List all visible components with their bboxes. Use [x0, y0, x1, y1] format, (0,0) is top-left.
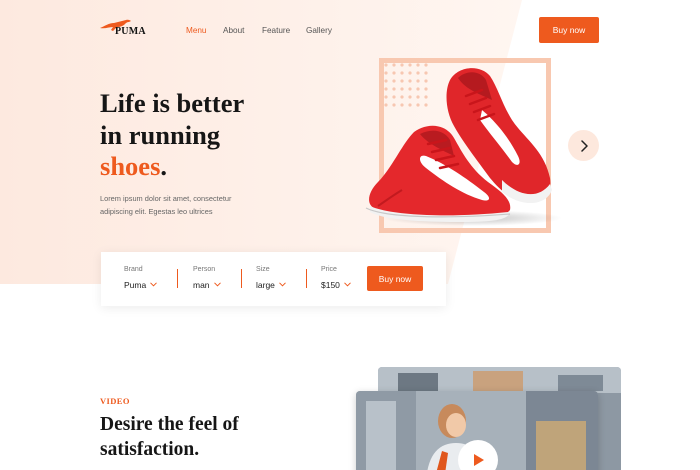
hero-description: Lorem ipsum dolor sit amet, consectetur …	[100, 194, 232, 216]
nav-menu[interactable]: Menu	[186, 26, 206, 35]
headline-line-1: Life is better	[100, 88, 245, 118]
nav-gallery[interactable]: Gallery	[306, 26, 332, 35]
nav-feature[interactable]: Feature	[262, 26, 290, 35]
filter-brand-label: Brand	[124, 266, 143, 273]
filter-person-label: Person	[193, 266, 216, 273]
product-filter-bar: Brand Puma Person man Size large Price $…	[101, 252, 446, 306]
filter-price-value: $150	[321, 280, 340, 290]
video-title-line-1: Desire the feel of	[100, 414, 239, 435]
filter-divider	[306, 269, 307, 288]
brand-name: PUMA	[115, 26, 146, 37]
filter-divider	[177, 269, 178, 288]
header-buy-now-button[interactable]: Buy now	[539, 17, 599, 43]
next-slide-button[interactable]	[568, 130, 599, 161]
headline-period: .	[160, 151, 168, 181]
nav-about[interactable]: About	[223, 26, 244, 35]
filter-brand[interactable]: Brand Puma	[124, 266, 158, 293]
filter-price-label: Price	[321, 266, 337, 273]
filter-price[interactable]: Price $150	[321, 266, 351, 293]
headline-accent: shoes	[100, 151, 161, 181]
chevron-right-icon	[580, 139, 588, 152]
play-icon	[474, 454, 484, 466]
brand-logo[interactable]: PUMA	[99, 19, 146, 39]
chevron-down-icon	[344, 282, 351, 287]
filter-size-value: large	[256, 280, 275, 290]
video-section-title: Desire the feel of satisfaction.	[100, 412, 239, 462]
red-running-shoes-image	[365, 68, 562, 226]
chevron-down-icon	[279, 282, 286, 287]
filter-person-value: man	[193, 280, 210, 290]
filter-size[interactable]: Size large	[256, 266, 286, 293]
filter-person[interactable]: Person man	[193, 266, 221, 293]
hero-headline: Life is better in running shoes.	[100, 88, 244, 183]
chevron-down-icon	[213, 282, 221, 287]
filter-divider	[241, 269, 242, 288]
video-section-kicker: VIDEO	[100, 396, 130, 406]
filter-size-label: Size	[256, 266, 270, 273]
filter-brand-value: Puma	[124, 280, 147, 290]
chevron-down-icon	[150, 282, 158, 287]
filter-buy-now-button[interactable]: Buy now	[367, 266, 423, 291]
video-title-line-2: satisfaction.	[100, 439, 200, 460]
headline-line-2: in running	[100, 119, 221, 150]
